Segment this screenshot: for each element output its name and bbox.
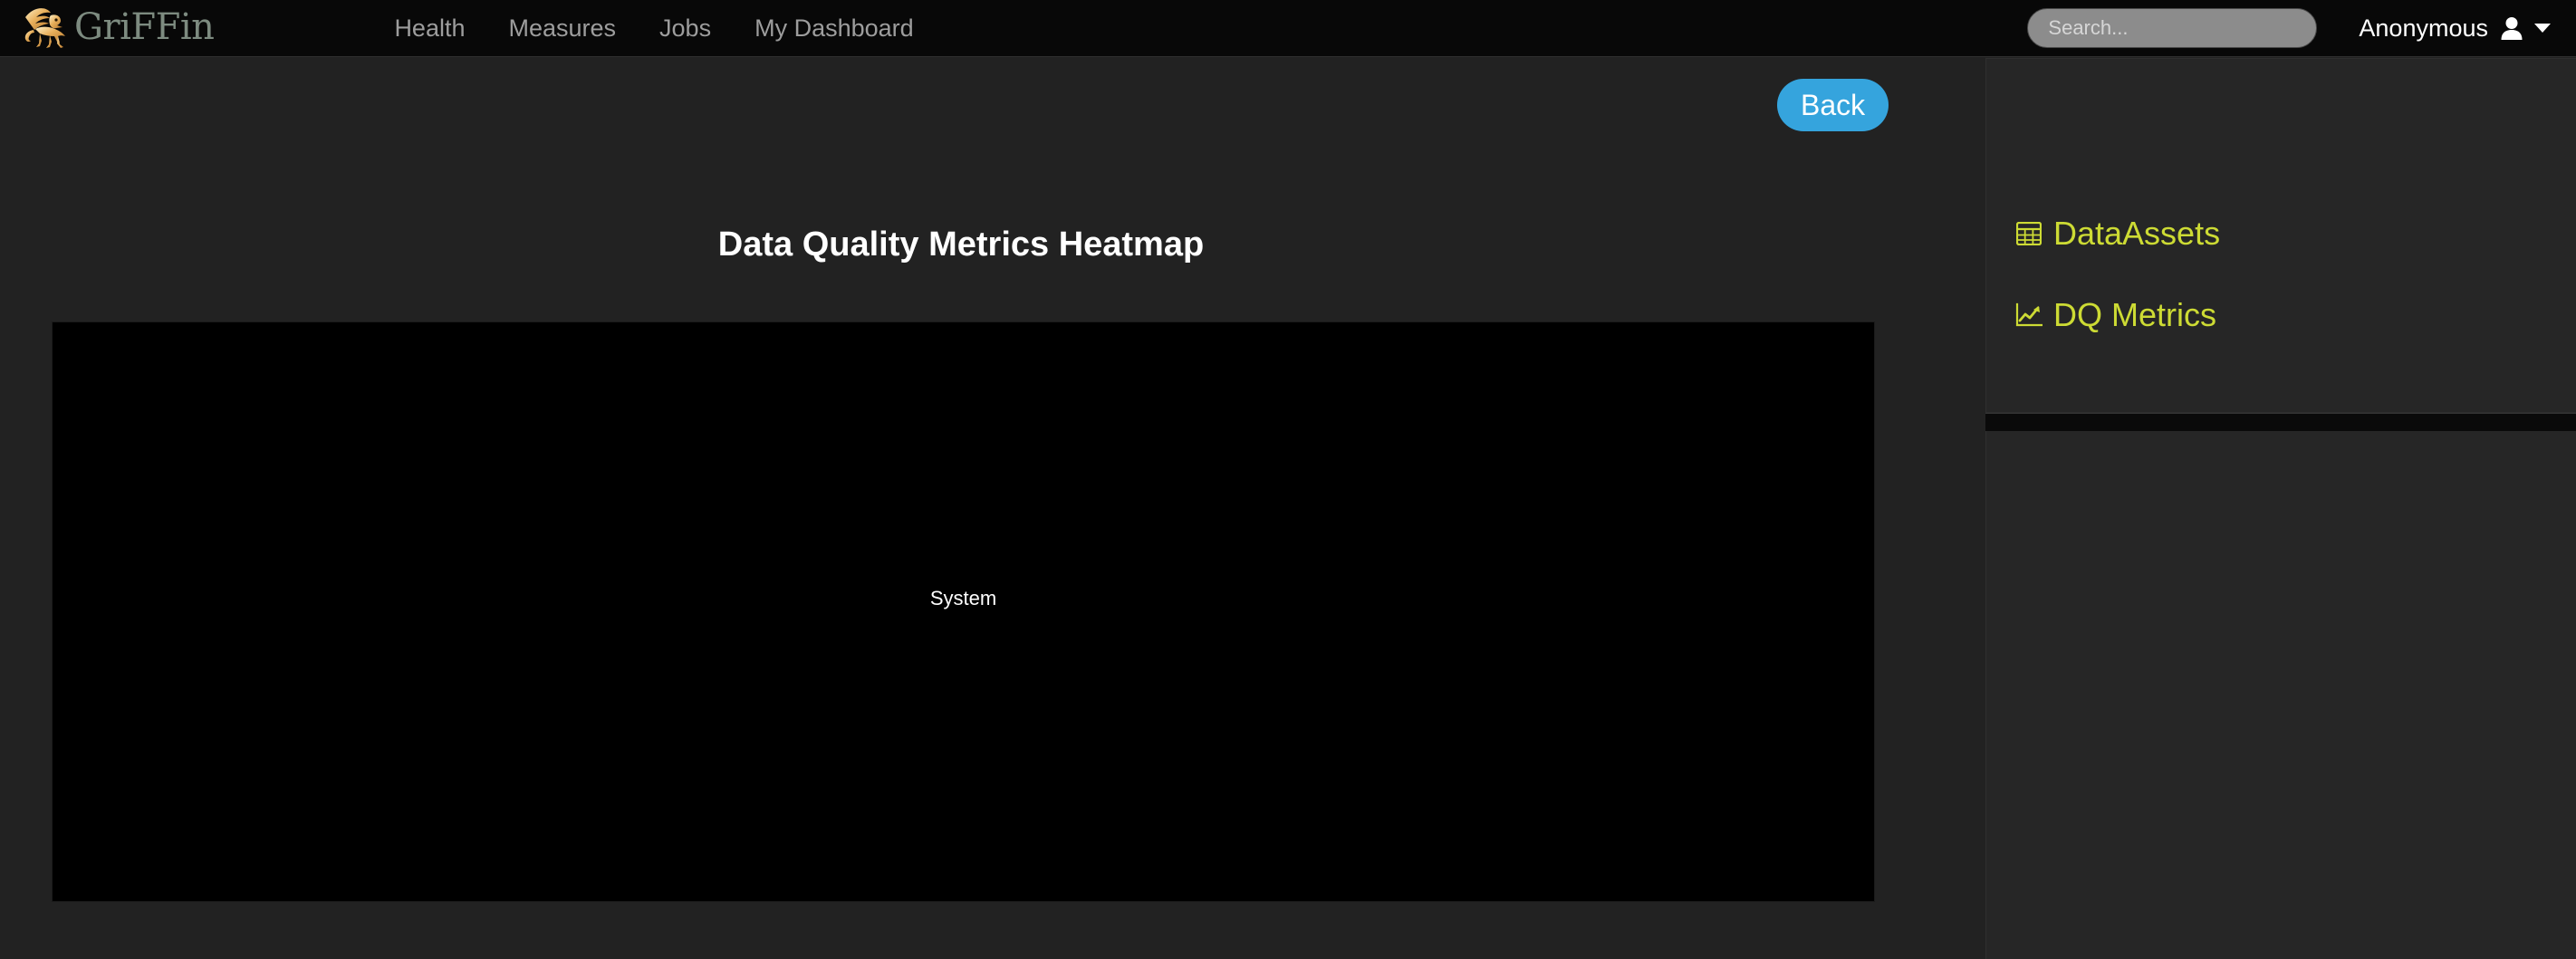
back-button[interactable]: Back bbox=[1777, 79, 1889, 131]
sidebar-item-label: DataAssets bbox=[2053, 215, 2221, 252]
sidebar-nav-panel: DataAssets DQ Metrics bbox=[1985, 58, 2576, 413]
sidebar-item-dataassets[interactable]: DataAssets bbox=[2015, 217, 2220, 250]
right-sidebar: DataAssets DQ Metrics bbox=[1967, 56, 2576, 959]
sidebar-lower-panel bbox=[1985, 431, 2576, 959]
nav-link-health[interactable]: Health bbox=[372, 0, 486, 56]
user-name-label: Anonymous bbox=[2359, 14, 2488, 42]
nav-link-my-dashboard[interactable]: My Dashboard bbox=[733, 0, 936, 56]
table-grid-icon bbox=[2015, 220, 2043, 247]
search-input[interactable] bbox=[2027, 8, 2318, 48]
top-navbar: GriFFin Health Measures Jobs My Dashboar… bbox=[0, 0, 2576, 56]
main-content-column: Back Data Quality Metrics Heatmap System bbox=[0, 56, 1967, 958]
brand-logo-link[interactable]: GriFFin bbox=[20, 0, 215, 56]
user-person-icon bbox=[2500, 15, 2523, 41]
chevron-down-icon bbox=[2534, 24, 2551, 33]
navbar-right-group: Anonymous bbox=[2027, 8, 2576, 48]
sidebar-item-label: DQ Metrics bbox=[2053, 296, 2216, 333]
heatmap-plot-area bbox=[53, 322, 1874, 901]
page-body: Back Data Quality Metrics Heatmap System bbox=[0, 56, 2576, 959]
griffin-logo-icon bbox=[24, 8, 65, 48]
main-nav: Health Measures Jobs My Dashboard bbox=[372, 0, 935, 56]
sidebar-divider bbox=[1985, 413, 2576, 431]
page-title: Data Quality Metrics Heatmap bbox=[717, 225, 1205, 264]
heatmap-chart-panel[interactable]: System bbox=[52, 321, 1875, 902]
brand-name: GriFFin bbox=[74, 5, 215, 48]
user-menu-button[interactable]: Anonymous bbox=[2359, 14, 2551, 43]
nav-link-measures[interactable]: Measures bbox=[486, 0, 638, 56]
line-chart-icon bbox=[2015, 302, 2043, 329]
sidebar-item-dq-metrics[interactable]: DQ Metrics bbox=[2015, 299, 2216, 331]
nav-link-jobs[interactable]: Jobs bbox=[638, 0, 733, 56]
